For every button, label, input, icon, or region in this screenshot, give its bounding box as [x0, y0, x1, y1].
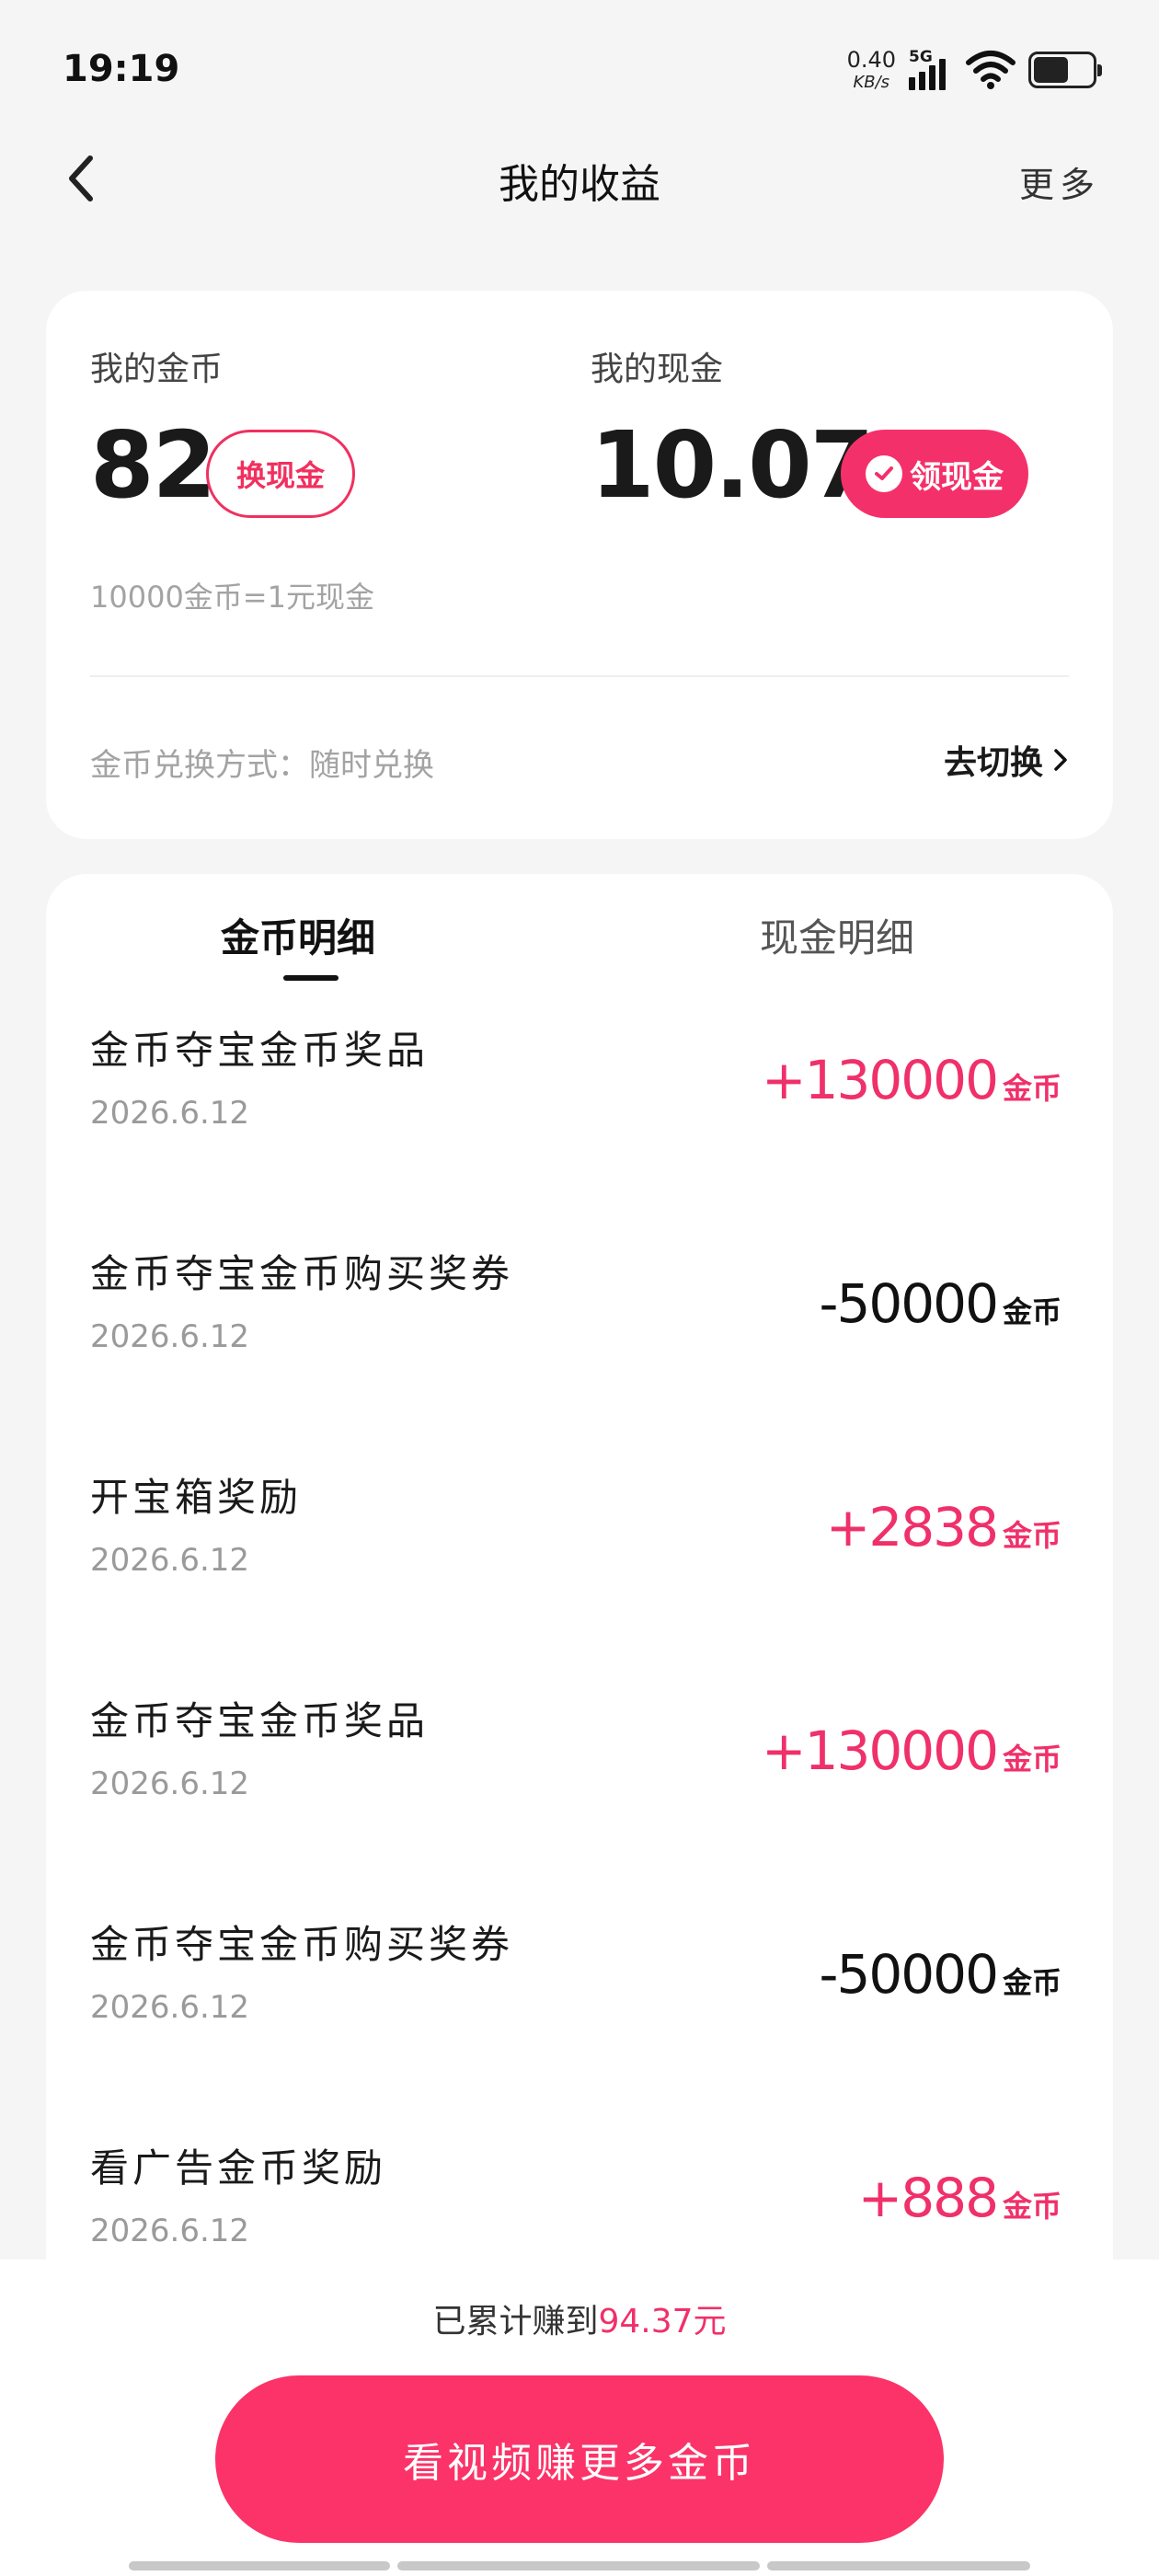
transaction-amount-value: +888	[857, 2167, 999, 2229]
tab-coin-detail[interactable]: 金币明细	[221, 907, 375, 963]
transaction-row[interactable]: 金币夺宝金币奖品 2026.6.12 +130000 金币	[46, 1664, 1113, 1888]
transaction-row[interactable]: 开宝箱奖励 2026.6.12 +2838 金币	[46, 1441, 1113, 1664]
wifi-icon	[966, 51, 1016, 89]
more-button[interactable]: 更多	[1019, 156, 1100, 207]
signal-icon: 5G	[909, 48, 953, 90]
transaction-date: 2026.6.12	[90, 1542, 250, 1579]
home-indicator-center	[397, 2561, 760, 2570]
network-speed-unit: KB/s	[853, 73, 890, 92]
cash-value: 10.07	[591, 411, 874, 519]
detail-tabs: 金币明细 现金明细	[46, 874, 1113, 984]
divider	[90, 675, 1069, 677]
cash-label: 我的现金	[591, 351, 724, 388]
transaction-amount: +888 金币	[858, 2167, 1061, 2229]
transaction-date: 2026.6.12	[90, 2213, 250, 2249]
transaction-list: 金币夺宝金币奖品 2026.6.12 +130000 金币 金币夺宝金币购买奖券 2026…	[46, 994, 1113, 2335]
transaction-amount: -50000 金币	[820, 1272, 1061, 1335]
status-bar: 19:19 0.40 KB/s 5G	[0, 0, 1159, 138]
network-speed: 0.40 KB/s	[847, 49, 896, 91]
switch-method-label: 去切换	[943, 744, 1043, 782]
transaction-amount-value: +2838	[825, 1496, 999, 1558]
transaction-title: 看广告金币奖励	[90, 2145, 387, 2191]
coins-value: 82	[90, 411, 216, 519]
home-indicator-right	[767, 2561, 1030, 2570]
total-earned-prefix: 已累计赚到	[432, 2303, 599, 2340]
network-speed-value: 0.40	[846, 47, 896, 73]
transaction-amount-value: -50000	[819, 1943, 999, 2006]
transaction-row[interactable]: 金币夺宝金币奖品 2026.6.12 +130000 金币	[46, 994, 1113, 1217]
wechat-icon	[866, 455, 902, 492]
total-earned-amount: 94.37元	[598, 2303, 727, 2340]
transaction-date: 2026.6.12	[90, 1318, 250, 1355]
exchange-cash-button[interactable]: 换现金	[206, 430, 355, 518]
tab-cash-detail[interactable]: 现金明细	[760, 907, 914, 963]
transaction-title: 金币夺宝金币购买奖券	[90, 1251, 514, 1296]
page-title: 我的收益	[499, 161, 660, 208]
transaction-title: 金币夺宝金币购买奖券	[90, 1922, 514, 1967]
bottom-bar: 已累计赚到94.37元 看视频赚更多金币	[0, 2260, 1159, 2576]
transaction-amount: +2838 金币	[826, 1496, 1061, 1558]
transaction-amount-unit: 金币	[1002, 2189, 1061, 2224]
transaction-date: 2026.6.12	[90, 1765, 250, 1802]
transaction-date: 2026.6.12	[90, 1095, 250, 1132]
transaction-row[interactable]: 金币夺宝金币购买奖券 2026.6.12 -50000 金币	[46, 1217, 1113, 1441]
active-tab-indicator	[283, 975, 339, 981]
withdraw-cash-label: 领现金	[910, 458, 1004, 496]
nav-bar: 我的收益 更多	[0, 138, 1159, 217]
battery-fill	[1034, 57, 1069, 83]
transaction-date: 2026.6.12	[90, 1989, 250, 2026]
transaction-amount-unit: 金币	[1002, 1294, 1061, 1329]
exchange-method-text: 金币兑换方式：随时兑换	[90, 747, 434, 784]
battery-icon	[1028, 52, 1102, 88]
transaction-amount-value: +130000	[761, 1049, 999, 1111]
earnings-summary-card: 我的金币 我的现金 82 换现金 10.07 领现金 10000金币=1元现金 …	[46, 291, 1113, 839]
transaction-amount-unit: 金币	[1002, 1071, 1061, 1106]
transaction-amount: +130000 金币	[762, 1049, 1061, 1111]
transaction-title: 金币夺宝金币奖品	[90, 1028, 430, 1073]
exchange-rate-text: 10000金币=1元现金	[90, 580, 374, 615]
transaction-amount-unit: 金币	[1002, 1965, 1061, 2000]
total-earned-text: 已累计赚到94.37元	[0, 2294, 1159, 2342]
withdraw-cash-button[interactable]: 领现金	[841, 430, 1028, 518]
home-indicator-left	[129, 2561, 390, 2570]
transaction-title: 开宝箱奖励	[90, 1475, 303, 1520]
transaction-title: 金币夺宝金币奖品	[90, 1698, 430, 1743]
chevron-right-icon	[1054, 749, 1067, 771]
status-time: 19:19	[63, 48, 180, 90]
transaction-amount-unit: 金币	[1002, 1742, 1061, 1777]
transaction-amount-unit: 金币	[1002, 1518, 1061, 1553]
coins-label: 我的金币	[90, 351, 224, 388]
transaction-amount: +130000 金币	[762, 1719, 1061, 1782]
transaction-amount: -50000 金币	[820, 1943, 1061, 2006]
transaction-amount-value: +130000	[761, 1719, 999, 1782]
status-icons: 0.40 KB/s 5G	[847, 44, 1102, 96]
transaction-row[interactable]: 金币夺宝金币购买奖券 2026.6.12 -50000 金币	[46, 1888, 1113, 2111]
network-type: 5G	[909, 48, 933, 66]
watch-video-button[interactable]: 看视频赚更多金币	[215, 2375, 944, 2543]
transaction-amount-value: -50000	[819, 1272, 999, 1335]
switch-method-link[interactable]: 去切换	[944, 736, 1069, 784]
